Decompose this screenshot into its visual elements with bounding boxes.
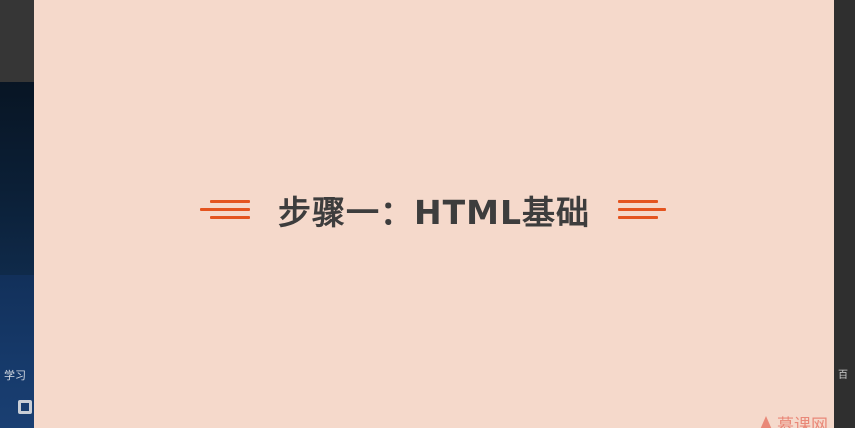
square-icon[interactable] — [18, 400, 32, 414]
decoration-line — [210, 216, 250, 219]
slide-title-row: 步骤一：HTML基础 — [34, 180, 834, 240]
video-slide: 步骤一：HTML基础 慕课网 — [34, 0, 834, 428]
watermark-text: 慕课网 — [777, 416, 828, 428]
decoration-line — [618, 200, 658, 203]
background-study-label[interactable]: 学习 — [4, 367, 34, 383]
left-decoration-lines-icon — [200, 197, 250, 223]
background-right-strip — [834, 0, 855, 428]
flame-icon — [759, 415, 773, 428]
background-right-glyph: 百 — [838, 370, 848, 381]
decoration-line — [210, 200, 250, 203]
watermark-logo: 慕课网 — [759, 411, 828, 428]
slide-title: 步骤一：HTML基础 — [278, 193, 590, 232]
decoration-line — [618, 208, 666, 211]
decoration-line — [200, 208, 250, 211]
right-decoration-lines-icon — [618, 197, 668, 223]
decoration-line — [618, 216, 658, 219]
